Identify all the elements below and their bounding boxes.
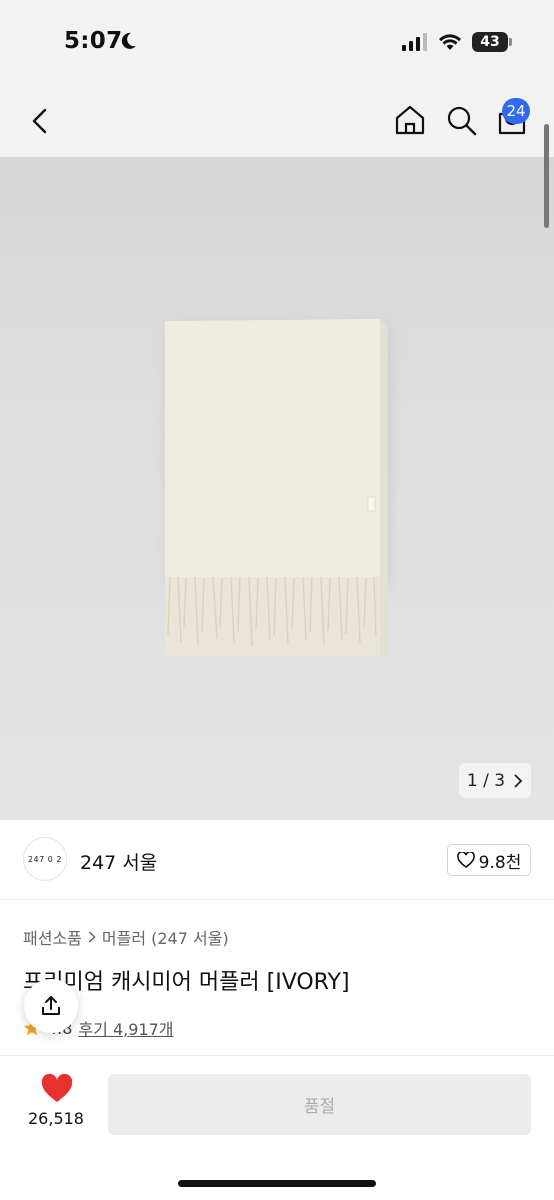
brand-logo[interactable]: 247 0 2 [23,837,67,881]
back-icon[interactable] [26,106,56,136]
product-image-carousel[interactable] [0,157,554,820]
wishlist-count: 26,518 [28,1109,84,1128]
battery-icon: 43 [472,32,512,52]
brand-logo-text: 247 0 2 [27,854,63,864]
status-indicators: 43 [402,32,512,52]
scroll-indicator[interactable] [544,124,549,228]
status-bar: 5:07 43 [0,0,554,86]
home-indicator[interactable] [178,1180,376,1187]
share-icon [42,996,60,1015]
brand-name[interactable]: 247 서울 [80,848,157,875]
home-icon[interactable] [393,103,427,137]
chevron-right-icon [88,931,96,943]
soldout-label: 품절 [303,1097,336,1117]
cart-badge: 24 [502,98,530,124]
image-page-indicator[interactable]: 1 / 3 [459,763,531,798]
page-current: 1 [466,770,478,791]
brand-like-button[interactable]: 9.8천 [447,844,531,876]
breadcrumb-category[interactable]: 패션소품 [23,925,82,949]
page-counter: 1 / 3 [467,771,505,791]
battery-level: 43 [480,34,500,50]
share-button[interactable] [24,979,78,1033]
top-nav [0,86,554,157]
soldout-button[interactable]: 품절 [108,1074,531,1135]
muffler-image [165,319,388,657]
breadcrumb: 패션소품 머플러 (247 서울) [23,925,229,949]
search-icon[interactable] [444,103,478,137]
moon-icon [121,32,136,49]
page-total: 3 [494,770,506,791]
brand-row: 247 0 2 247 서울 9.8천 [0,820,554,900]
page-separator: / [483,770,489,791]
review-link[interactable]: 후기 4,917개 [78,1016,173,1040]
status-time: 5:07 [64,28,123,54]
wifi-icon [439,34,461,50]
breadcrumb-subcategory[interactable]: 머플러 (247 서울) [102,925,229,949]
chevron-right-icon [514,773,523,788]
brand-like-count: 9.8천 [478,852,522,873]
heart-outline-icon [456,852,475,868]
signal-icon [402,33,427,51]
heart-icon[interactable] [40,1074,74,1104]
